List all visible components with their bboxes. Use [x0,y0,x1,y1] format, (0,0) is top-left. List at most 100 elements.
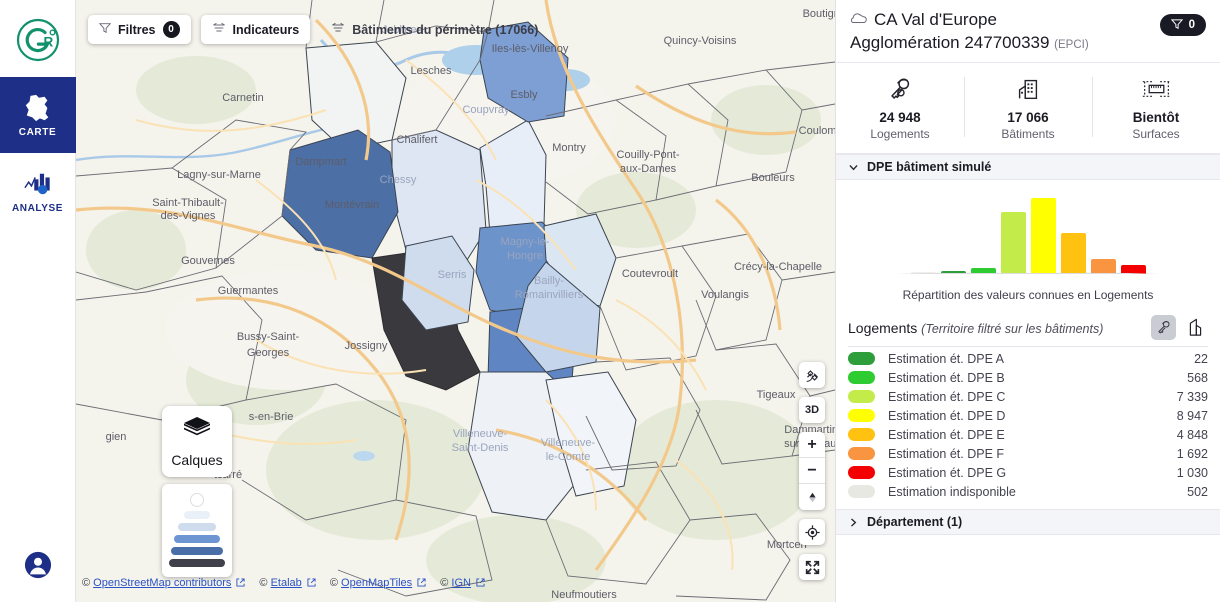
keys-icon [840,73,960,105]
svg-text:Neufmoutiers: Neufmoutiers [551,589,617,601]
svg-text:Bailly-: Bailly- [534,275,564,287]
chart-bar-f [1091,259,1116,274]
legend-row-c[interactable]: Estimation ét. DPE C 7 339 [848,387,1208,406]
legend-swatch-f [848,447,875,460]
france-map-icon [21,93,55,123]
sidebar-item-analyse-label: ANALYSE [12,203,63,214]
attrib-etalab-link[interactable]: Etalab [271,577,302,589]
svg-text:R: R [43,35,53,50]
legend-label-indisponible: Estimation indisponible [888,485,1187,499]
3d-toggle-button[interactable]: 3D [799,397,825,423]
section-header-dpe[interactable]: DPE bâtiment simulé [836,154,1220,180]
section-header-departement[interactable]: Département (1) [836,509,1220,535]
page-title-line2: Agglomération 247700339 [850,33,1049,52]
sidebar-item-carte[interactable]: CARTE [0,77,76,153]
batiments-perimetre-label: Bâtiments du périmètre (17066) [352,23,538,37]
unit-mode-batiments-button[interactable] [1183,315,1208,340]
sidebar-item-carte-label: CARTE [19,127,56,138]
indicateurs-button[interactable]: Indicateurs [201,15,311,44]
filtres-label: Filtres [118,23,156,37]
svg-text:Hongre: Hongre [507,250,543,262]
attrib-ign-link[interactable]: IGN [451,577,471,589]
stat-batiments-value: 17 066 [968,110,1088,125]
svg-text:Quincy-Voisins: Quincy-Voisins [664,35,737,47]
legend-swatch-a [848,352,875,365]
fullscreen-expand-icon[interactable] [799,554,825,580]
locate-crosshair-icon[interactable] [799,519,825,545]
legend-label-g: Estimation ét. DPE G [888,466,1177,480]
unit-label-note: (Territoire filtré sur les bâtiments) [921,322,1103,336]
legend-label-d: Estimation ét. DPE D [888,409,1177,423]
legend-row-a[interactable]: Estimation ét. DPE A 22 [848,349,1208,368]
attrib-omt-link[interactable]: OpenMapTiles [341,577,412,589]
map-view[interactable]: .mlbl{font-family:"Liberation Sans",sans… [76,0,835,602]
unit-mode-logements-button[interactable] [1151,315,1176,340]
stat-surfaces[interactable]: Bientôt Surfaces [1092,71,1220,143]
svg-text:Esbly: Esbly [511,89,538,101]
ramp-bar-3 [174,535,220,543]
legend-row-indisponible[interactable]: Estimation indisponible 502 [848,482,1208,501]
svg-text:Dampmart: Dampmart [295,156,346,168]
external-link-icon [417,578,426,590]
svg-text:Villeneuve-: Villeneuve- [541,437,596,449]
svg-text:Boutigny: Boutigny [803,8,835,20]
filtres-button[interactable]: Filtres 0 [88,15,191,44]
legend-value-c: 7 339 [1177,390,1208,404]
calques-button[interactable]: Calques [162,406,232,477]
stats-row: 24 948 Logements 1 [836,63,1220,154]
panel-header: 0 CA Val d'Europe Agglomération 24770033… [836,0,1220,63]
svg-text:Georges: Georges [247,347,290,359]
stat-surfaces-value: Bientôt [1096,110,1216,125]
chart-bar-g [1121,265,1146,274]
batiments-perimetre-button[interactable]: Bâtiments du périmètre (17066) [320,15,549,44]
svg-text:Villeneuve-: Villeneuve- [453,428,508,440]
legend-swatch-d [848,409,875,422]
svg-text:Montévrain: Montévrain [325,199,379,211]
svg-text:Guermantes: Guermantes [218,285,279,297]
gr-logo[interactable]: R [14,16,62,64]
stat-batiments[interactable]: 17 066 Bâtiments [964,71,1092,143]
map-attribution: © OpenStreetMap contributors © Etalab © … [82,577,485,590]
legend-value-b: 568 [1187,371,1208,385]
stat-logements-label: Logements [840,127,960,141]
satellite-icon[interactable] [799,362,825,388]
user-account-icon[interactable] [24,551,52,584]
panel-filter-count: 0 [1189,19,1195,31]
svg-text:Gouvernes: Gouvernes [181,255,235,267]
sidebar-item-analyse[interactable]: ANALYSE [0,153,76,229]
legend-row-d[interactable]: Estimation ét. DPE D 8 947 [848,406,1208,425]
stat-batiments-label: Bâtiments [968,127,1088,141]
compass-icon[interactable] [799,484,825,510]
attrib-osm-link[interactable]: OpenStreetMap contributors [93,577,231,589]
stat-surfaces-label: Surfaces [1096,127,1216,141]
map-toolbar: Filtres 0 Indicateurs [88,15,549,44]
attrib-omt: © OpenMapTiles [330,577,426,590]
stat-logements[interactable]: 24 948 Logements [836,71,964,143]
legend-label-f: Estimation ét. DPE F [888,447,1177,461]
svg-text:Serris: Serris [438,269,467,281]
legend-row-e[interactable]: Estimation ét. DPE E 4 848 [848,425,1208,444]
svg-text:Iles-lès-Villenoy: Iles-lès-Villenoy [492,43,569,55]
map-scale-ramp[interactable] [162,484,232,577]
filtres-badge: 0 [163,21,180,38]
ramp-bar-0 [190,493,204,507]
panel-filter-pill[interactable]: 0 [1160,14,1206,36]
dpe-legend-list: Estimation ét. DPE A 22 Estimation ét. D… [848,346,1208,501]
cloud-outline-icon [850,9,868,32]
svg-text:Coulommes: Coulommes [799,125,835,137]
legend-value-g: 1 030 [1177,466,1208,480]
ruler-icon [1096,73,1216,105]
ramp-bar-5 [169,559,225,567]
svg-text:Chessy: Chessy [380,174,417,186]
indicateurs-label: Indicateurs [233,23,300,37]
legend-label-c: Estimation ét. DPE C [888,390,1177,404]
chart-bar-a [941,271,966,274]
zoom-in-button[interactable]: + [799,432,825,458]
legend-row-b[interactable]: Estimation ét. DPE B 568 [848,368,1208,387]
legend-swatch-e [848,428,875,441]
zoom-out-button[interactable]: − [799,458,825,484]
legend-row-g[interactable]: Estimation ét. DPE G 1 030 [848,463,1208,482]
layers-lines-icon [331,22,345,37]
legend-value-d: 8 947 [1177,409,1208,423]
legend-row-f[interactable]: Estimation ét. DPE F 1 692 [848,444,1208,463]
